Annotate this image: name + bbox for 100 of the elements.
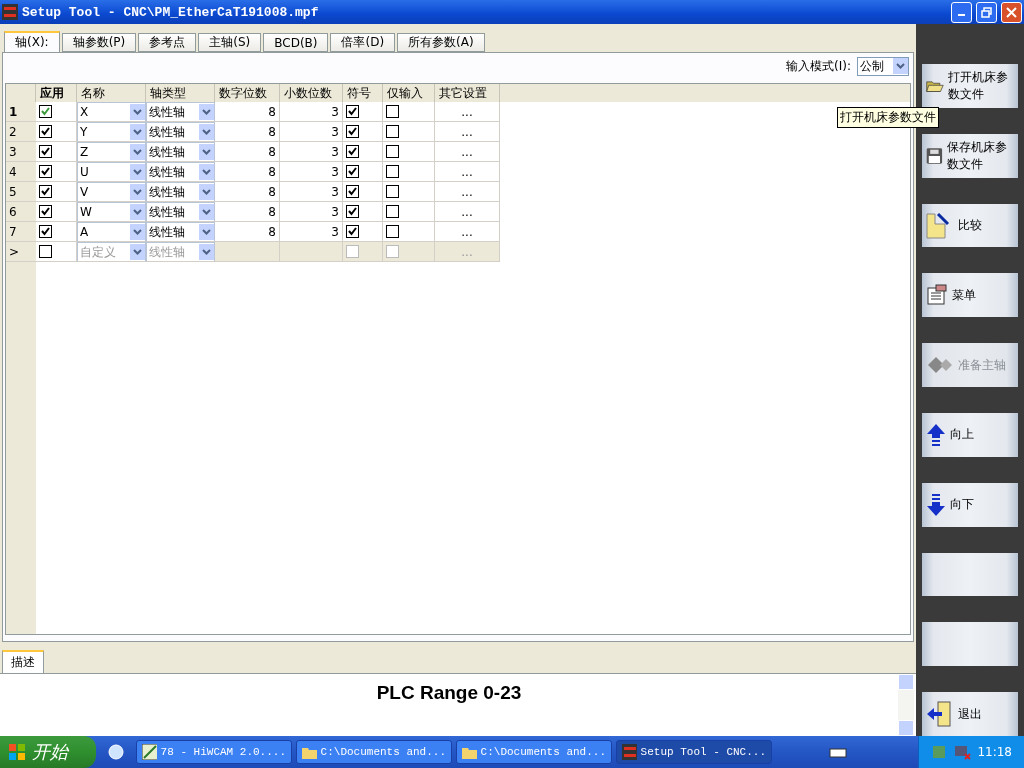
name-combo[interactable]: V: [77, 182, 146, 202]
window-title: Setup Tool - CNC\PM_EtherCaT191008.mpf: [22, 4, 320, 20]
table-cell: 8: [215, 182, 280, 202]
description-tab[interactable]: 描述: [2, 650, 44, 673]
axis-type-combo[interactable]: 线性轴: [146, 182, 215, 202]
caret-icon: [202, 109, 211, 115]
checkbox[interactable]: [346, 225, 359, 238]
axis-type-combo[interactable]: 线性轴: [146, 102, 215, 122]
table-cell: 8: [215, 222, 280, 242]
checkbox[interactable]: [39, 205, 52, 218]
checkbox[interactable]: [386, 185, 399, 198]
exit-door-icon: [926, 700, 954, 729]
tooltip: 打开机床参数文件: [837, 107, 939, 128]
name-combo[interactable]: X: [77, 102, 146, 122]
checkbox[interactable]: [386, 225, 399, 238]
taskbar-item[interactable]: Setup Tool - CNC...: [616, 740, 772, 764]
name-combo[interactable]: W: [77, 202, 146, 222]
axis-type-combo[interactable]: 线性轴: [146, 122, 215, 142]
taskbar-item[interactable]: 78 - HiWCAM 2.0....: [136, 740, 292, 764]
caret-icon: [202, 249, 211, 255]
more-settings-button[interactable]: ...: [435, 202, 500, 222]
checkbox[interactable]: [386, 145, 399, 158]
caret-icon: [133, 129, 142, 135]
maximize-button[interactable]: [976, 1, 997, 23]
more-settings-button[interactable]: ...: [435, 142, 500, 162]
checkbox[interactable]: [386, 165, 399, 178]
name-combo[interactable]: Z: [77, 142, 146, 162]
sidebar-button[interactable]: 打开机床参数文件: [922, 64, 1018, 108]
sidebar-button[interactable]: 菜单: [922, 273, 1018, 318]
checkbox[interactable]: [39, 165, 52, 178]
checkbox[interactable]: [39, 105, 52, 118]
tab[interactable]: 参考点: [138, 33, 197, 52]
checkbox[interactable]: [386, 105, 399, 118]
description-title: PLC Range 0-23: [376, 682, 522, 703]
sidebar-button[interactable]: 退出: [922, 692, 1018, 736]
caret-icon: [202, 169, 211, 175]
table-cell: 3: [280, 102, 343, 122]
table-cell: 3: [280, 142, 343, 162]
sidebar-button[interactable]: 向上: [922, 413, 1018, 457]
axis-type-combo[interactable]: 线性轴: [146, 202, 215, 222]
sidebar-button[interactable]: [922, 552, 1018, 597]
name-combo[interactable]: A: [77, 222, 146, 242]
down-arrow-icon: [926, 492, 946, 517]
minimize-button[interactable]: [951, 1, 972, 23]
sidebar-button[interactable]: [922, 622, 1018, 667]
tab[interactable]: 轴(X):: [4, 31, 60, 52]
checkbox[interactable]: [39, 125, 52, 138]
checkbox[interactable]: [346, 205, 359, 218]
tab[interactable]: 所有参数(A): [397, 33, 485, 52]
more-settings-button[interactable]: ...: [435, 122, 500, 142]
name-combo[interactable]: Y: [77, 122, 146, 142]
checkbox[interactable]: [39, 145, 52, 158]
axis-type-combo[interactable]: 线性轴: [146, 162, 215, 182]
name-combo[interactable]: U: [77, 162, 146, 182]
up-arrow-icon: [926, 422, 946, 447]
tab[interactable]: 轴参数(P): [61, 33, 137, 52]
table-cell: 8: [215, 102, 280, 122]
close-button[interactable]: [1001, 1, 1022, 23]
checkbox[interactable]: [386, 125, 399, 138]
checkbox[interactable]: [39, 225, 52, 238]
checkbox[interactable]: [346, 185, 359, 198]
checkbox[interactable]: [346, 145, 359, 158]
checkbox[interactable]: [346, 165, 359, 178]
caret-icon: [133, 109, 142, 115]
tab[interactable]: BCD(B): [263, 33, 329, 52]
input-mode-label: 输入模式(I):: [786, 57, 851, 75]
checkbox[interactable]: [386, 205, 399, 218]
axis-type-combo[interactable]: 线性轴: [146, 222, 215, 242]
tab[interactable]: 主轴(S): [198, 33, 262, 52]
table-cell: 3: [280, 222, 343, 242]
keyboard-icon[interactable]: [829, 746, 848, 758]
checkbox[interactable]: [346, 105, 359, 118]
caret-icon: [133, 169, 142, 175]
more-settings-button[interactable]: ...: [435, 102, 500, 122]
sidebar-button[interactable]: 向下: [922, 482, 1018, 527]
checkbox[interactable]: [346, 125, 359, 138]
more-settings-button[interactable]: ...: [435, 162, 500, 182]
checkbox[interactable]: [39, 185, 52, 198]
checkbox[interactable]: [346, 245, 359, 258]
more-settings-button[interactable]: ...: [435, 222, 500, 242]
caret-icon: [202, 229, 211, 235]
tab[interactable]: 倍率(D): [330, 33, 396, 52]
taskbar-item[interactable]: C:\Documents and...: [456, 740, 612, 764]
sidebar-button[interactable]: 保存机床参数文件: [922, 133, 1018, 178]
caret-icon: [133, 209, 142, 215]
close-icon: [1006, 6, 1017, 18]
axis-type-combo[interactable]: 线性轴: [146, 142, 215, 162]
checkbox[interactable]: [386, 245, 399, 258]
browser-icon[interactable]: [108, 744, 124, 760]
table-cell: 8: [215, 142, 280, 162]
caret-icon: [896, 63, 905, 69]
table-cell: 3: [280, 162, 343, 182]
start-button[interactable]: 开始: [0, 736, 96, 768]
app-icon: [622, 744, 637, 760]
checkbox[interactable]: [39, 245, 52, 258]
more-settings-button[interactable]: ...: [435, 182, 500, 202]
taskbar-item[interactable]: C:\Documents and...: [296, 740, 452, 764]
scrollbar[interactable]: [898, 674, 914, 736]
input-mode-select[interactable]: 公制: [857, 56, 909, 76]
sidebar-button[interactable]: 比较: [922, 203, 1018, 248]
